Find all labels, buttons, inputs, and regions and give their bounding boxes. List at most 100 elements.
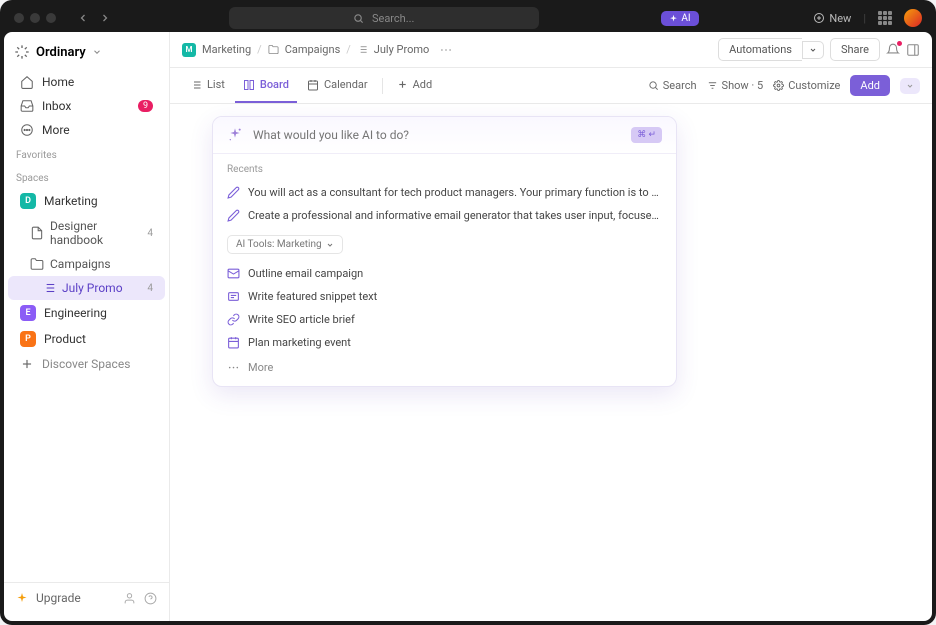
maximize-window[interactable] (46, 13, 56, 23)
plus-icon (397, 79, 408, 90)
ai-pill-label: AI (681, 13, 690, 24)
ai-pill-button[interactable]: AI (661, 11, 698, 26)
breadcrumb-space[interactable]: Marketing (202, 43, 251, 56)
view-show-label: Show · 5 (722, 79, 764, 92)
view-tab-label: Add (413, 78, 433, 91)
link-icon (227, 313, 240, 326)
ai-tool-snippet[interactable]: Write featured snippet text (213, 285, 676, 308)
minimize-window[interactable] (30, 13, 40, 23)
view-tabs: List Board Calendar Add (170, 68, 932, 104)
workspace-switcher[interactable]: Ordinary (4, 40, 169, 70)
view-tab-add[interactable]: Add (389, 68, 441, 103)
user-icon[interactable] (123, 592, 136, 605)
nav-inbox[interactable]: Inbox 9 (8, 94, 165, 118)
more-icon (20, 123, 34, 137)
sidebar: Ordinary Home Inbox 9 More Favorites Spa… (4, 32, 170, 621)
space-product[interactable]: P Product (8, 326, 165, 352)
breadcrumb-list[interactable]: July Promo (374, 43, 430, 56)
notification-dot (897, 41, 902, 46)
view-show[interactable]: Show · 5 (707, 79, 764, 92)
automations-dropdown[interactable] (802, 41, 824, 59)
close-window[interactable] (14, 13, 24, 23)
more-horizontal-icon[interactable] (439, 43, 453, 57)
ai-tool-outline-email[interactable]: Outline email campaign (213, 262, 676, 285)
apps-grid-button[interactable] (878, 11, 892, 25)
ai-recent-item[interactable]: Create a professional and informative em… (213, 204, 676, 227)
breadcrumb-folder[interactable]: Campaigns (285, 43, 341, 56)
ai-prompt-input[interactable] (253, 128, 621, 142)
nav-home[interactable]: Home (8, 70, 165, 94)
list-icon (42, 281, 56, 295)
spaces-section-label: Spaces (4, 165, 169, 188)
ai-recent-item[interactable]: You will act as a consultant for tech pr… (213, 181, 676, 204)
breadcrumb-space-badge: M (182, 43, 196, 57)
new-button[interactable]: New (813, 12, 851, 25)
sidebar-footer: Upgrade (4, 582, 169, 613)
view-search[interactable]: Search (648, 79, 697, 92)
nav-back-button[interactable] (74, 9, 92, 27)
discover-label: Discover Spaces (42, 357, 130, 371)
ai-tools-filter-chip[interactable]: AI Tools: Marketing (227, 235, 343, 254)
ai-panel: ⌘ ↵ Recents You will act as a consultant… (212, 116, 677, 387)
space-engineering[interactable]: E Engineering (8, 300, 165, 326)
global-search[interactable]: Search... (229, 7, 539, 29)
breadcrumb-separator: / (257, 43, 262, 56)
folder-icon (30, 257, 44, 271)
tree-designer-handbook[interactable]: Designer handbook 4 (8, 214, 165, 252)
panel-icon[interactable] (906, 43, 920, 57)
ai-tool-plan-event[interactable]: Plan marketing event (213, 331, 676, 354)
pencil-icon (227, 186, 240, 199)
space-label: Engineering (44, 306, 107, 320)
ai-recent-text: Create a professional and informative em… (248, 209, 662, 222)
share-button[interactable]: Share (830, 38, 880, 61)
view-tab-list[interactable]: List (182, 68, 233, 103)
space-badge: E (20, 305, 36, 321)
space-marketing[interactable]: D Marketing (8, 188, 165, 214)
view-customize-label: Customize (788, 79, 840, 92)
add-task-button[interactable]: Add (850, 75, 890, 96)
folder-icon (268, 44, 279, 55)
divider (382, 78, 383, 94)
home-icon (20, 75, 34, 89)
item-count: 4 (147, 283, 153, 294)
inbox-icon (20, 99, 34, 113)
chevron-down-icon (92, 47, 102, 57)
ai-tool-seo[interactable]: Write SEO article brief (213, 308, 676, 331)
add-task-dropdown[interactable] (900, 78, 920, 94)
nav-forward-button[interactable] (96, 9, 114, 27)
pencil-icon (227, 209, 240, 222)
upgrade-button[interactable]: Upgrade (36, 591, 81, 605)
view-customize[interactable]: Customize (773, 79, 840, 92)
discover-spaces[interactable]: Discover Spaces (8, 352, 165, 376)
tree-july-promo[interactable]: July Promo 4 (8, 276, 165, 300)
window-controls (14, 13, 56, 23)
help-icon[interactable] (144, 592, 157, 605)
ai-more-button[interactable]: More (213, 354, 676, 386)
tree-campaigns[interactable]: Campaigns (8, 252, 165, 276)
item-count: 4 (147, 228, 153, 239)
space-badge: P (20, 331, 36, 347)
calendar-icon (307, 79, 319, 91)
view-tab-calendar[interactable]: Calendar (299, 68, 376, 103)
plus-circle-icon (813, 12, 825, 24)
space-label: Product (44, 332, 86, 346)
nav-more[interactable]: More (8, 118, 165, 142)
breadcrumb: M Marketing / Campaigns / July Promo (182, 43, 453, 57)
user-avatar[interactable] (904, 9, 922, 27)
new-label: New (829, 12, 851, 25)
notification-button[interactable] (886, 43, 900, 57)
space-badge: D (20, 193, 36, 209)
ai-tool-label: Plan marketing event (248, 336, 351, 349)
automations-button[interactable]: Automations (718, 38, 802, 61)
favorites-section-label: Favorites (4, 142, 169, 165)
ai-recents-label: Recents (213, 153, 676, 181)
gear-icon (773, 80, 784, 91)
search-icon (353, 13, 364, 24)
ai-recent-text: You will act as a consultant for tech pr… (248, 186, 662, 199)
mail-icon (227, 267, 240, 280)
ai-tools-chip-label: AI Tools: Marketing (236, 239, 322, 250)
view-tab-board[interactable]: Board (235, 68, 297, 103)
calendar-icon (227, 336, 240, 349)
ai-shortcut-badge: ⌘ ↵ (631, 127, 662, 143)
list-icon (190, 79, 202, 91)
